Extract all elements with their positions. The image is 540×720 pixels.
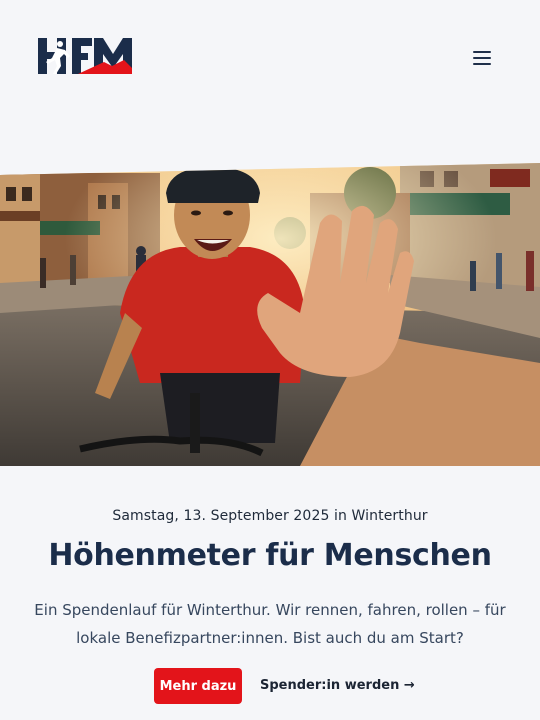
intro-text: Ein Spendenlauf für Winterthur. Wir renn… <box>34 601 506 647</box>
hero-photo <box>0 163 540 466</box>
hamburger-icon-line <box>473 63 491 65</box>
hamburger-icon <box>473 51 491 53</box>
hamburger-icon-line <box>473 57 491 59</box>
site-logo[interactable] <box>38 36 132 76</box>
site-header <box>0 0 540 120</box>
logo-mark <box>38 38 132 74</box>
hamburger-menu-button[interactable] <box>468 46 496 70</box>
hero-image <box>0 163 540 466</box>
page-title: Höhenmeter für Menschen <box>48 538 492 573</box>
become-donor-link[interactable]: Spender:in werden → <box>260 668 415 704</box>
more-info-button[interactable]: Mehr dazu <box>154 668 242 704</box>
event-date-line: Samstag, 13. September 2025 in Winterthu… <box>112 508 428 524</box>
